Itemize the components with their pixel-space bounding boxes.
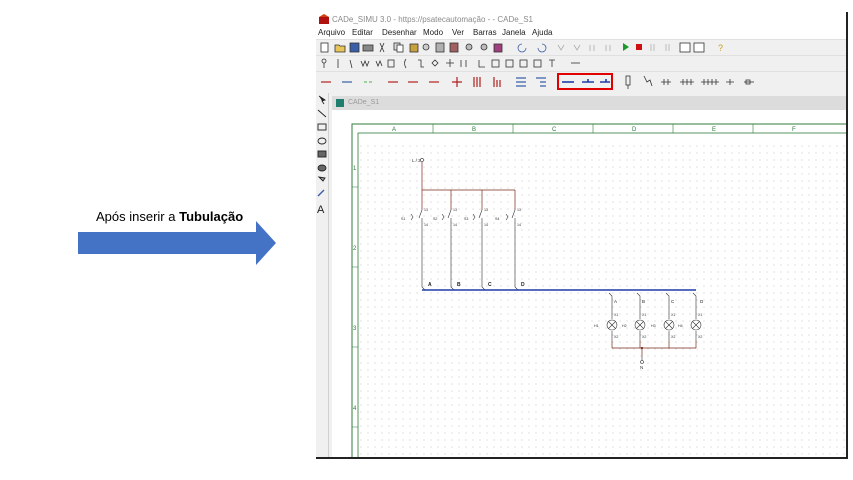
main-toolbar-icons: ? bbox=[320, 42, 723, 53]
lamp-h4-bottom: X2 bbox=[698, 335, 702, 339]
text-tool-icon[interactable]: A bbox=[317, 204, 325, 216]
menu-ver[interactable]: Ver bbox=[452, 28, 464, 37]
lamp-h1-top: X1 bbox=[614, 313, 618, 317]
switch-s2-tag: S2 bbox=[433, 217, 437, 221]
svg-text:?: ? bbox=[718, 43, 723, 53]
components-toolbar-icons bbox=[321, 58, 580, 69]
sheet-col-b: B bbox=[472, 127, 476, 133]
bus-label-c: C bbox=[488, 282, 492, 288]
lamp-h3-bottom: X2 bbox=[671, 335, 675, 339]
lamp-h2-tag: H2 bbox=[622, 324, 627, 328]
menu-janela[interactable]: Janela bbox=[502, 28, 526, 37]
app-logo-icon bbox=[319, 14, 329, 24]
schematic-sheet[interactable]: A B C D E F 1 2 3 4 L / 2 S1 13 14 S2 13… bbox=[332, 110, 848, 459]
switch-s1-tag: S1 bbox=[401, 217, 405, 221]
switch-s4-bottom: 14 bbox=[517, 223, 521, 227]
switch-s2-top: 13 bbox=[453, 208, 457, 212]
switch-s3-tag: S3 bbox=[464, 217, 468, 221]
lamp-h4-tag: H4 bbox=[678, 324, 683, 328]
sheet-col-c: C bbox=[552, 127, 557, 133]
menu-modo[interactable]: Modo bbox=[423, 28, 443, 37]
bus-label-a: A bbox=[428, 282, 432, 288]
menu-bar: Arquivo Editar Desenhar Modo Ver Barras … bbox=[316, 27, 846, 39]
lamp-bus-a: A bbox=[614, 299, 617, 304]
bus-tools-highlight bbox=[557, 73, 613, 90]
document-icon bbox=[336, 99, 344, 107]
menu-arquivo[interactable]: Arquivo bbox=[318, 28, 345, 37]
document-window: CADe_S1 A B C D E F 1 2 3 4 L / 2 S1 13 … bbox=[332, 96, 848, 459]
switch-s4-top: 13 bbox=[517, 208, 521, 212]
switch-s2-bottom: 14 bbox=[453, 223, 457, 227]
lamp-h3-tag: H3 bbox=[651, 324, 656, 328]
supply-top-label: L / 2 bbox=[412, 158, 421, 163]
lamp-h2-top: X1 bbox=[642, 313, 646, 317]
menu-desenhar[interactable]: Desenhar bbox=[382, 28, 417, 37]
window-title: CADe_SIMU 3.0 - https://psatecautomação … bbox=[332, 15, 533, 24]
supply-bottom-label: N bbox=[640, 365, 643, 370]
draw-tools-icons: A bbox=[317, 95, 327, 216]
sheet-col-d: D bbox=[632, 127, 637, 133]
components-toolbar bbox=[316, 55, 846, 71]
app-window: CADe_SIMU 3.0 - https://psatecautomação … bbox=[316, 12, 848, 459]
lamp-h1-bottom: X2 bbox=[614, 335, 618, 339]
lamp-bus-b: B bbox=[642, 299, 645, 304]
lamp-h4-top: X1 bbox=[698, 313, 702, 317]
switch-s4-tag: S4 bbox=[495, 217, 499, 221]
document-title-bar: CADe_S1 bbox=[332, 96, 846, 110]
document-title: CADe_S1 bbox=[348, 99, 380, 106]
wire-toolbar-icons bbox=[321, 75, 754, 89]
title-bar: CADe_SIMU 3.0 - https://psatecautomação … bbox=[316, 12, 846, 27]
switch-s3-top: 13 bbox=[484, 208, 488, 212]
bus-label-b: B bbox=[457, 282, 461, 288]
wire-toolbar bbox=[316, 71, 846, 93]
lamp-h3-top: X1 bbox=[671, 313, 675, 317]
switch-s1-top: 13 bbox=[424, 208, 428, 212]
lamp-h1-tag: H1 bbox=[594, 324, 599, 328]
bus-label-d: D bbox=[521, 282, 525, 288]
menu-barras[interactable]: Barras bbox=[473, 28, 497, 37]
lamp-h2-bottom: X2 bbox=[642, 335, 646, 339]
draw-tools: A bbox=[316, 93, 329, 457]
switch-s3-bottom: 14 bbox=[484, 223, 488, 227]
menu-ajuda[interactable]: Ajuda bbox=[532, 28, 552, 37]
switch-s1-bottom: 14 bbox=[424, 223, 428, 227]
sheet-col-f: F bbox=[792, 127, 796, 133]
sheet-col-e: E bbox=[712, 127, 716, 133]
right-arrow-icon bbox=[78, 221, 276, 265]
main-toolbar: ? bbox=[316, 39, 846, 55]
menu-editar[interactable]: Editar bbox=[352, 28, 373, 37]
sheet-col-a: A bbox=[392, 127, 396, 133]
